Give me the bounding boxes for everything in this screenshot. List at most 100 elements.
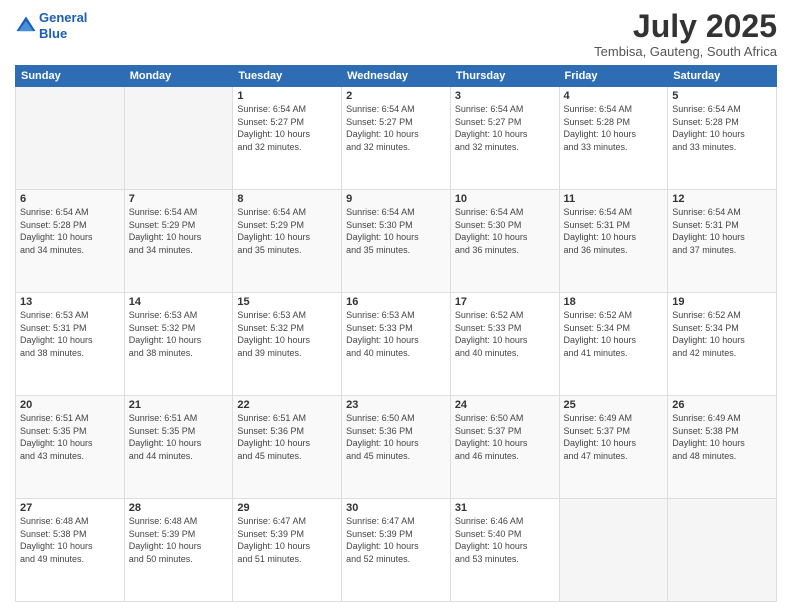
day-info: Sunrise: 6:53 AM Sunset: 5:32 PM Dayligh… — [129, 309, 229, 359]
calendar-table: SundayMondayTuesdayWednesdayThursdayFrid… — [15, 65, 777, 602]
day-header-saturday: Saturday — [668, 66, 777, 87]
day-number: 7 — [129, 193, 229, 205]
day-number: 10 — [455, 193, 555, 205]
calendar-cell: 30Sunrise: 6:47 AM Sunset: 5:39 PM Dayli… — [342, 499, 451, 602]
day-number: 13 — [20, 296, 120, 308]
day-info: Sunrise: 6:51 AM Sunset: 5:35 PM Dayligh… — [129, 412, 229, 462]
calendar-cell: 28Sunrise: 6:48 AM Sunset: 5:39 PM Dayli… — [124, 499, 233, 602]
day-info: Sunrise: 6:47 AM Sunset: 5:39 PM Dayligh… — [346, 515, 446, 565]
day-number: 17 — [455, 296, 555, 308]
day-info: Sunrise: 6:54 AM Sunset: 5:27 PM Dayligh… — [237, 103, 337, 153]
calendar-cell — [124, 87, 233, 190]
day-number: 9 — [346, 193, 446, 205]
day-info: Sunrise: 6:52 AM Sunset: 5:34 PM Dayligh… — [672, 309, 772, 359]
header: General Blue July 2025 Tembisa, Gauteng,… — [15, 10, 777, 59]
day-number: 28 — [129, 502, 229, 514]
calendar-cell: 2Sunrise: 6:54 AM Sunset: 5:27 PM Daylig… — [342, 87, 451, 190]
day-number: 19 — [672, 296, 772, 308]
day-number: 1 — [237, 90, 337, 102]
day-info: Sunrise: 6:50 AM Sunset: 5:36 PM Dayligh… — [346, 412, 446, 462]
calendar-cell: 6Sunrise: 6:54 AM Sunset: 5:28 PM Daylig… — [16, 190, 125, 293]
day-info: Sunrise: 6:48 AM Sunset: 5:38 PM Dayligh… — [20, 515, 120, 565]
day-number: 23 — [346, 399, 446, 411]
calendar-cell: 1Sunrise: 6:54 AM Sunset: 5:27 PM Daylig… — [233, 87, 342, 190]
day-info: Sunrise: 6:54 AM Sunset: 5:27 PM Dayligh… — [346, 103, 446, 153]
location-subtitle: Tembisa, Gauteng, South Africa — [594, 44, 777, 59]
day-info: Sunrise: 6:53 AM Sunset: 5:32 PM Dayligh… — [237, 309, 337, 359]
calendar-cell: 3Sunrise: 6:54 AM Sunset: 5:27 PM Daylig… — [450, 87, 559, 190]
calendar-cell: 23Sunrise: 6:50 AM Sunset: 5:36 PM Dayli… — [342, 396, 451, 499]
day-info: Sunrise: 6:54 AM Sunset: 5:28 PM Dayligh… — [672, 103, 772, 153]
day-number: 29 — [237, 502, 337, 514]
calendar-cell: 11Sunrise: 6:54 AM Sunset: 5:31 PM Dayli… — [559, 190, 668, 293]
day-number: 15 — [237, 296, 337, 308]
calendar-cell: 8Sunrise: 6:54 AM Sunset: 5:29 PM Daylig… — [233, 190, 342, 293]
day-number: 16 — [346, 296, 446, 308]
calendar-cell — [668, 499, 777, 602]
calendar-cell: 5Sunrise: 6:54 AM Sunset: 5:28 PM Daylig… — [668, 87, 777, 190]
calendar-cell: 18Sunrise: 6:52 AM Sunset: 5:34 PM Dayli… — [559, 293, 668, 396]
day-info: Sunrise: 6:54 AM Sunset: 5:28 PM Dayligh… — [564, 103, 664, 153]
day-number: 8 — [237, 193, 337, 205]
day-number: 31 — [455, 502, 555, 514]
day-header-monday: Monday — [124, 66, 233, 87]
day-info: Sunrise: 6:48 AM Sunset: 5:39 PM Dayligh… — [129, 515, 229, 565]
day-number: 2 — [346, 90, 446, 102]
day-info: Sunrise: 6:52 AM Sunset: 5:33 PM Dayligh… — [455, 309, 555, 359]
day-number: 6 — [20, 193, 120, 205]
day-number: 11 — [564, 193, 664, 205]
calendar-cell: 19Sunrise: 6:52 AM Sunset: 5:34 PM Dayli… — [668, 293, 777, 396]
day-info: Sunrise: 6:49 AM Sunset: 5:38 PM Dayligh… — [672, 412, 772, 462]
logo-icon — [15, 15, 37, 37]
day-header-thursday: Thursday — [450, 66, 559, 87]
day-header-friday: Friday — [559, 66, 668, 87]
calendar-week-3: 13Sunrise: 6:53 AM Sunset: 5:31 PM Dayli… — [16, 293, 777, 396]
day-header-sunday: Sunday — [16, 66, 125, 87]
day-number: 26 — [672, 399, 772, 411]
day-info: Sunrise: 6:47 AM Sunset: 5:39 PM Dayligh… — [237, 515, 337, 565]
day-info: Sunrise: 6:54 AM Sunset: 5:30 PM Dayligh… — [346, 206, 446, 256]
day-number: 5 — [672, 90, 772, 102]
calendar-cell: 15Sunrise: 6:53 AM Sunset: 5:32 PM Dayli… — [233, 293, 342, 396]
day-info: Sunrise: 6:53 AM Sunset: 5:33 PM Dayligh… — [346, 309, 446, 359]
calendar-cell: 25Sunrise: 6:49 AM Sunset: 5:37 PM Dayli… — [559, 396, 668, 499]
day-number: 3 — [455, 90, 555, 102]
calendar-week-5: 27Sunrise: 6:48 AM Sunset: 5:38 PM Dayli… — [16, 499, 777, 602]
page: General Blue July 2025 Tembisa, Gauteng,… — [0, 0, 792, 612]
calendar-cell: 20Sunrise: 6:51 AM Sunset: 5:35 PM Dayli… — [16, 396, 125, 499]
day-info: Sunrise: 6:49 AM Sunset: 5:37 PM Dayligh… — [564, 412, 664, 462]
calendar-cell: 12Sunrise: 6:54 AM Sunset: 5:31 PM Dayli… — [668, 190, 777, 293]
day-number: 24 — [455, 399, 555, 411]
calendar-cell: 26Sunrise: 6:49 AM Sunset: 5:38 PM Dayli… — [668, 396, 777, 499]
calendar-cell: 31Sunrise: 6:46 AM Sunset: 5:40 PM Dayli… — [450, 499, 559, 602]
day-info: Sunrise: 6:51 AM Sunset: 5:36 PM Dayligh… — [237, 412, 337, 462]
day-number: 4 — [564, 90, 664, 102]
day-info: Sunrise: 6:54 AM Sunset: 5:27 PM Dayligh… — [455, 103, 555, 153]
day-info: Sunrise: 6:54 AM Sunset: 5:30 PM Dayligh… — [455, 206, 555, 256]
calendar-cell: 16Sunrise: 6:53 AM Sunset: 5:33 PM Dayli… — [342, 293, 451, 396]
calendar-cell: 13Sunrise: 6:53 AM Sunset: 5:31 PM Dayli… — [16, 293, 125, 396]
calendar-cell: 9Sunrise: 6:54 AM Sunset: 5:30 PM Daylig… — [342, 190, 451, 293]
calendar-cell — [16, 87, 125, 190]
calendar-cell: 29Sunrise: 6:47 AM Sunset: 5:39 PM Dayli… — [233, 499, 342, 602]
calendar-cell: 22Sunrise: 6:51 AM Sunset: 5:36 PM Dayli… — [233, 396, 342, 499]
day-info: Sunrise: 6:54 AM Sunset: 5:31 PM Dayligh… — [564, 206, 664, 256]
month-title: July 2025 — [594, 10, 777, 42]
calendar-cell: 10Sunrise: 6:54 AM Sunset: 5:30 PM Dayli… — [450, 190, 559, 293]
logo-text: General Blue — [39, 10, 87, 41]
calendar-cell: 14Sunrise: 6:53 AM Sunset: 5:32 PM Dayli… — [124, 293, 233, 396]
calendar-cell — [559, 499, 668, 602]
day-number: 20 — [20, 399, 120, 411]
day-info: Sunrise: 6:54 AM Sunset: 5:28 PM Dayligh… — [20, 206, 120, 256]
day-number: 12 — [672, 193, 772, 205]
calendar-cell: 17Sunrise: 6:52 AM Sunset: 5:33 PM Dayli… — [450, 293, 559, 396]
calendar-cell: 24Sunrise: 6:50 AM Sunset: 5:37 PM Dayli… — [450, 396, 559, 499]
day-number: 14 — [129, 296, 229, 308]
day-info: Sunrise: 6:53 AM Sunset: 5:31 PM Dayligh… — [20, 309, 120, 359]
day-number: 22 — [237, 399, 337, 411]
day-number: 27 — [20, 502, 120, 514]
day-number: 18 — [564, 296, 664, 308]
day-info: Sunrise: 6:54 AM Sunset: 5:31 PM Dayligh… — [672, 206, 772, 256]
day-info: Sunrise: 6:52 AM Sunset: 5:34 PM Dayligh… — [564, 309, 664, 359]
day-info: Sunrise: 6:54 AM Sunset: 5:29 PM Dayligh… — [237, 206, 337, 256]
